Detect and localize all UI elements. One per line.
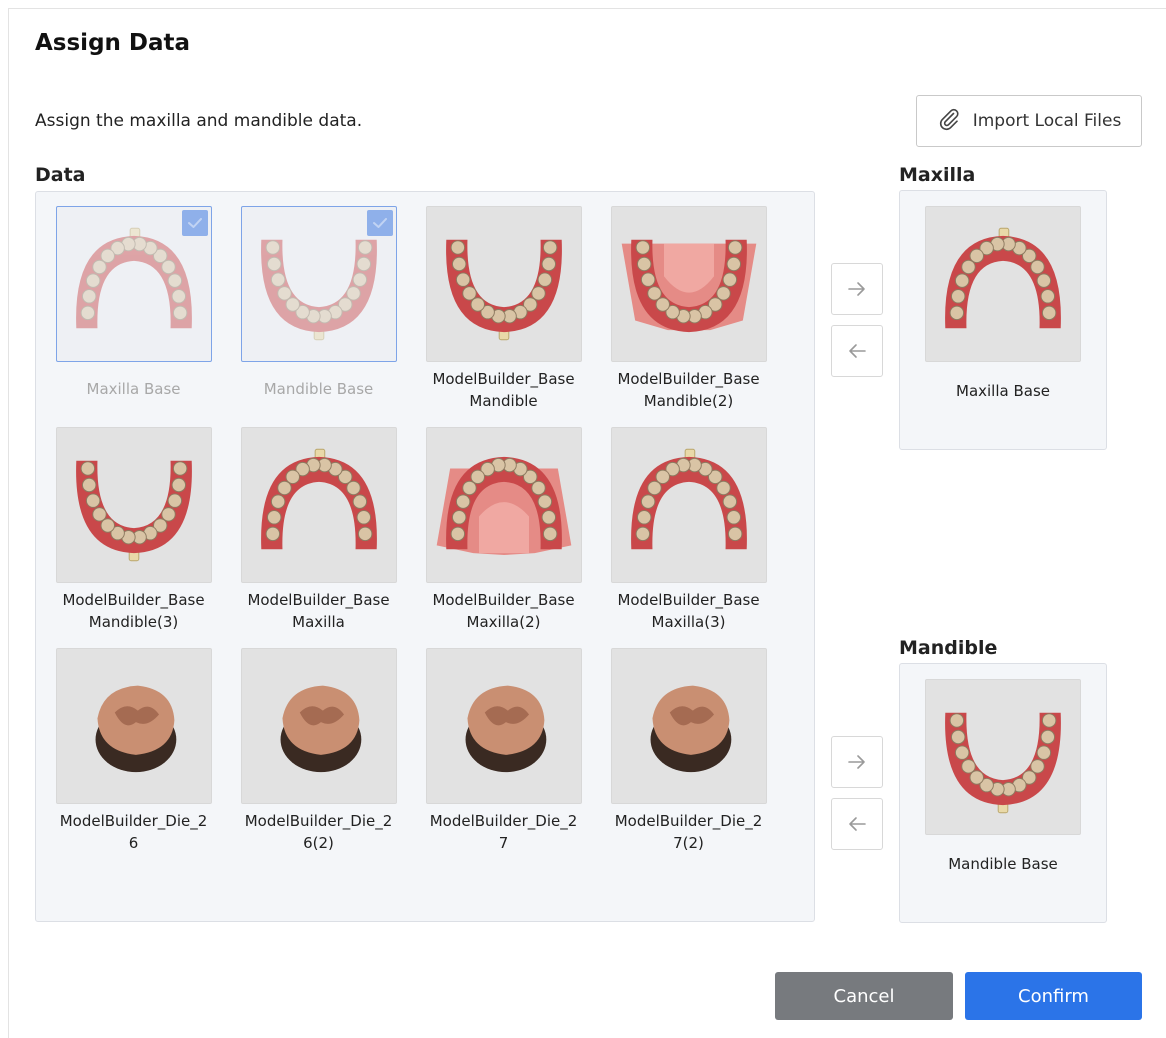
arrow-right-icon [848, 282, 865, 296]
data-item-label: ModelBuilder_Die_2 7(2) [614, 812, 763, 852]
data-item-thumbnail [425, 427, 582, 583]
data-item-thumbnail [240, 648, 397, 804]
maxilla-slot[interactable]: Maxilla Base [899, 190, 1107, 450]
mandible-section-label: Mandible [899, 637, 998, 659]
dialog-title: Assign Data [35, 30, 191, 56]
data-item-label: ModelBuilder_Base Mandible(3) [62, 591, 205, 631]
data-item[interactable]: ModelBuilder_Base Mandible [411, 206, 596, 412]
data-list-panel: Maxilla Base Mandible Base ModelBuilder_… [35, 191, 815, 922]
data-item-label: ModelBuilder_Base Maxilla(3) [617, 591, 760, 631]
data-item-label: ModelBuilder_Base Mandible(2) [617, 370, 760, 410]
arrow-left-icon [849, 344, 866, 358]
data-item[interactable]: ModelBuilder_Die_2 7 [411, 648, 596, 854]
data-item-thumbnail [55, 427, 212, 583]
arrow-right-icon [848, 755, 865, 769]
data-item[interactable]: ModelBuilder_Base Maxilla(2) [411, 427, 596, 633]
confirm-button[interactable]: Confirm [965, 972, 1142, 1020]
unassign-mandible-button[interactable] [831, 798, 883, 850]
data-item-label: ModelBuilder_Base Maxilla(2) [432, 591, 575, 631]
arrow-left-icon [849, 817, 866, 831]
data-item[interactable]: ModelBuilder_Die_2 7(2) [596, 648, 781, 854]
maxilla-slot-label: Maxilla Base [956, 382, 1050, 400]
data-item[interactable]: Maxilla Base [41, 206, 226, 400]
import-local-files-button[interactable]: Import Local Files [916, 95, 1142, 147]
data-item-label: ModelBuilder_Base Maxilla [247, 591, 390, 631]
maxilla-slot-thumbnail [925, 206, 1081, 362]
cancel-button[interactable]: Cancel [775, 972, 953, 1020]
data-item[interactable]: ModelBuilder_Die_2 6(2) [226, 648, 411, 854]
data-item[interactable]: ModelBuilder_Base Maxilla [226, 427, 411, 633]
data-item[interactable]: ModelBuilder_Base Maxilla(3) [596, 427, 781, 633]
mandible-slot[interactable]: Mandible Base [899, 663, 1107, 923]
data-item-label: ModelBuilder_Die_2 7 [429, 812, 578, 852]
data-item-label: ModelBuilder_Base Mandible [432, 370, 575, 410]
data-item-thumbnail [55, 648, 212, 804]
mandible-slot-thumbnail [925, 679, 1081, 835]
data-item[interactable]: ModelBuilder_Base Mandible(3) [41, 427, 226, 633]
data-item-label: Mandible Base [263, 380, 374, 398]
data-item-thumbnail [55, 206, 212, 362]
checkmark-icon[interactable] [366, 210, 393, 236]
data-item-thumbnail [425, 648, 582, 804]
data-item-label: ModelBuilder_Die_2 6 [59, 812, 208, 852]
assign-mandible-button[interactable] [831, 736, 883, 788]
data-item[interactable]: Mandible Base [226, 206, 411, 400]
data-item-label: Maxilla Base [86, 380, 181, 398]
data-item-thumbnail [425, 206, 582, 362]
assign-maxilla-button[interactable] [831, 263, 883, 315]
paperclip-icon [937, 107, 961, 136]
mandible-slot-label: Mandible Base [948, 855, 1058, 873]
data-item-thumbnail [610, 427, 767, 583]
import-label: Import Local Files [972, 111, 1122, 131]
data-item[interactable]: ModelBuilder_Base Mandible(2) [596, 206, 781, 412]
data-item-thumbnail [610, 206, 767, 362]
data-item-label: ModelBuilder_Die_2 6(2) [244, 812, 393, 852]
maxilla-section-label: Maxilla [899, 164, 976, 186]
data-section-label: Data [35, 164, 86, 186]
dialog-description: Assign the maxilla and mandible data. [35, 111, 363, 131]
checkmark-icon[interactable] [181, 210, 208, 236]
unassign-maxilla-button[interactable] [831, 325, 883, 377]
data-item-thumbnail [240, 427, 397, 583]
data-item-thumbnail [240, 206, 397, 362]
data-item-thumbnail [610, 648, 767, 804]
data-item[interactable]: ModelBuilder_Die_2 6 [41, 648, 226, 854]
